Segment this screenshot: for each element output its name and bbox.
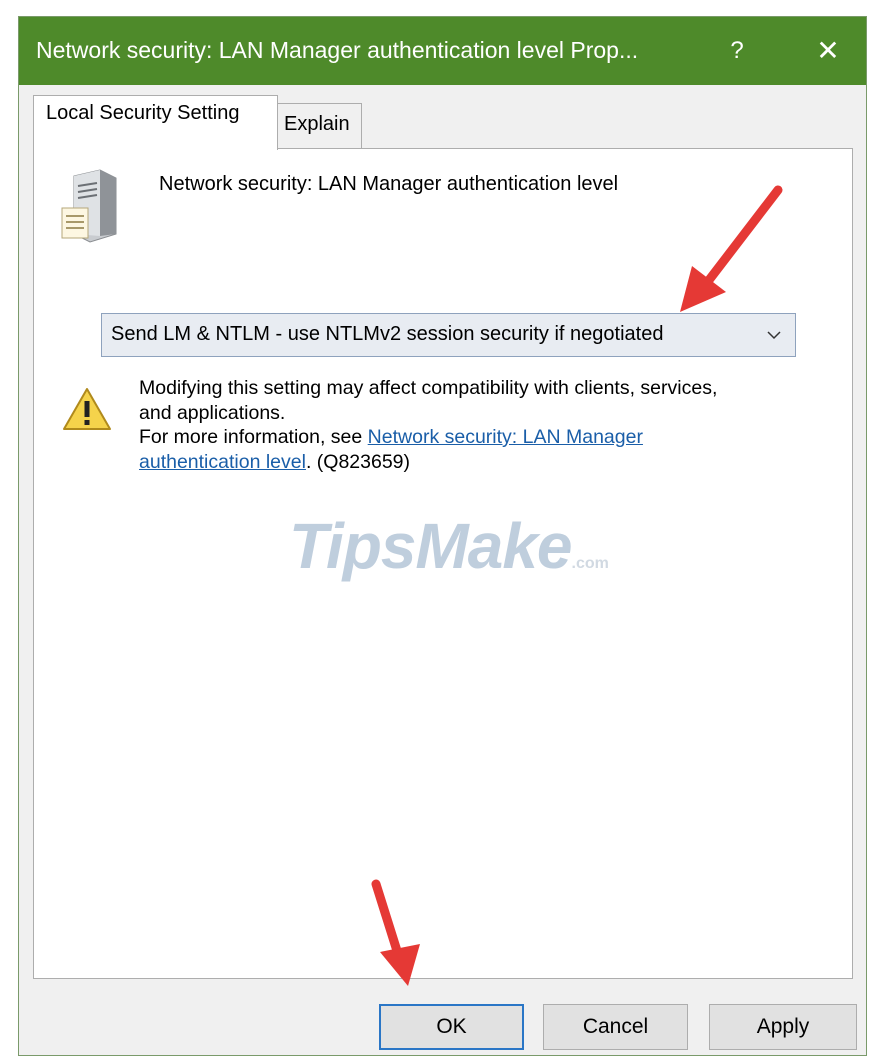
properties-dialog: Network security: LAN Manager authentica… — [18, 16, 867, 1056]
help-link[interactable]: Network security: LAN Manager — [368, 426, 643, 448]
server-icon — [61, 169, 117, 243]
policy-name: Network security: LAN Manager authentica… — [159, 173, 619, 195]
apply-button[interactable]: Apply — [709, 1004, 857, 1050]
help-link[interactable]: authentication level — [139, 451, 306, 473]
warning-icon — [63, 388, 111, 430]
tab-local-security-setting[interactable]: Local Security Setting — [33, 95, 278, 150]
warning-message: Modifying this setting may affect compat… — [139, 376, 829, 474]
watermark-logo: TipsMake.com — [289, 510, 609, 582]
window-title: Network security: LAN Manager authentica… — [36, 37, 639, 63]
title-bar[interactable]: Network security: LAN Manager authentica… — [19, 17, 866, 85]
tab-panel: Network security: LAN Manager authentica… — [33, 148, 853, 979]
warning-line: and applications. — [139, 401, 286, 424]
cancel-button[interactable]: Cancel — [543, 1004, 688, 1050]
tab-explain[interactable]: Explain — [278, 103, 362, 149]
help-button[interactable]: ? — [717, 29, 757, 73]
chevron-down-icon — [767, 331, 781, 340]
more-info-text: For more information, see — [139, 426, 368, 448]
warning-line: Modifying this setting may affect compat… — [139, 377, 718, 399]
setting-dropdown[interactable]: Send LM & NTLM - use NTLMv2 session secu… — [101, 313, 796, 357]
close-button[interactable]: ✕ — [805, 29, 851, 73]
kb-reference: . (Q823659) — [305, 450, 411, 473]
ok-button[interactable]: OK — [379, 1004, 524, 1050]
dropdown-selected-value: Send LM & NTLM - use NTLMv2 session secu… — [111, 323, 664, 345]
